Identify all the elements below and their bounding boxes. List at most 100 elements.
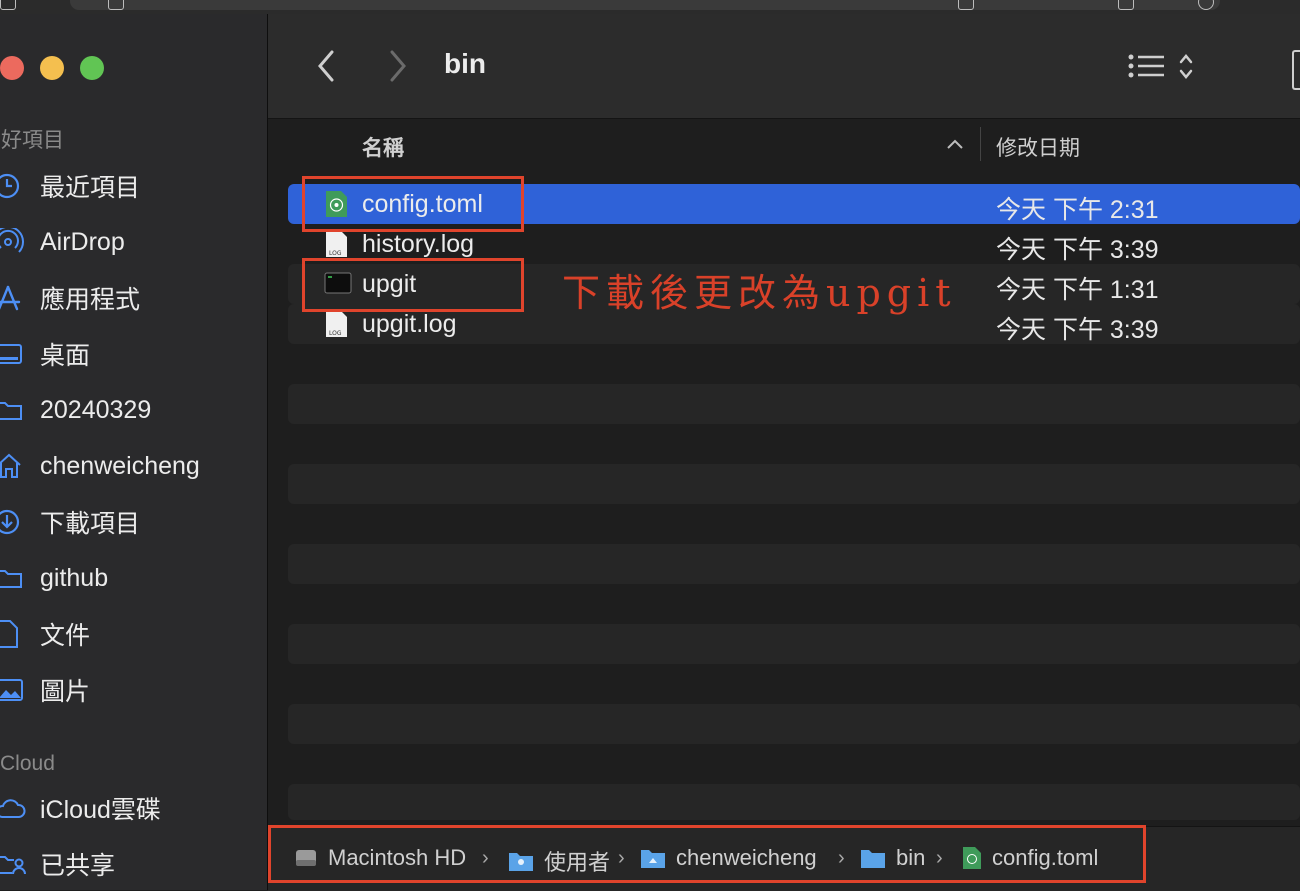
empty-row xyxy=(288,624,1300,664)
crumb-config-toml[interactable]: config.toml xyxy=(962,845,1098,871)
shared-folder-icon xyxy=(0,850,26,878)
photo-icon xyxy=(0,676,26,704)
sidebar-item-label: 20240329 xyxy=(40,395,152,424)
airdrop-icon xyxy=(0,228,26,256)
sidebar-item-folder-20240329[interactable]: 20240329 xyxy=(0,390,260,430)
column-name-header[interactable]: 名稱 xyxy=(362,132,404,162)
list-view-icon xyxy=(1128,54,1193,79)
sidebar-item-pictures[interactable]: 圖片 xyxy=(0,670,260,710)
sidebar-toggle-icon[interactable] xyxy=(0,0,16,10)
sidebar-item-applications[interactable]: 應用程式 xyxy=(0,278,260,318)
zoom-window-button[interactable] xyxy=(80,56,104,80)
window-title: bin xyxy=(444,48,486,79)
sidebar-item-shared[interactable]: 已共享 xyxy=(0,844,260,884)
sidebar-item-label: 圖片 xyxy=(40,678,91,706)
annotation-box-upgit xyxy=(302,258,524,312)
sidebar-item-recents[interactable]: 最近項目 xyxy=(0,166,260,206)
chevron-right-icon xyxy=(390,50,406,82)
column-separator[interactable] xyxy=(980,127,981,161)
log-file-icon: LOG xyxy=(324,310,350,338)
back-button[interactable] xyxy=(312,48,342,84)
folder-icon xyxy=(0,564,26,592)
view-options-button[interactable] xyxy=(1128,52,1208,89)
chevron-right-icon: › xyxy=(838,847,845,869)
sidebar-item-documents[interactable]: 文件 xyxy=(0,614,260,654)
file-date: 今天 下午 3:39 xyxy=(996,316,1159,344)
svg-text:LOG: LOG xyxy=(329,330,342,337)
home-folder-icon xyxy=(641,850,665,868)
crumb-users[interactable]: 使用者 xyxy=(508,845,610,877)
share-icon[interactable] xyxy=(958,0,974,10)
sidebar-item-label: 應用程式 xyxy=(40,286,141,314)
crumb-label: chenweicheng xyxy=(676,845,817,870)
crumb-label: config.toml xyxy=(992,845,1099,870)
download-icon xyxy=(0,508,26,536)
minimize-window-button[interactable] xyxy=(40,56,64,80)
log-file-icon: LOG xyxy=(324,230,350,258)
chevron-right-icon: › xyxy=(482,847,489,869)
crumb-bin[interactable]: bin xyxy=(860,845,925,871)
empty-row xyxy=(288,704,1300,744)
path-bar: Macintosh HD › 使用者 › chenweicheng › bin … xyxy=(268,825,1300,891)
file-name: history.log xyxy=(362,230,475,258)
sidebar-item-label: 最近項目 xyxy=(40,174,141,202)
hard-drive-icon xyxy=(296,850,316,866)
desktop-icon xyxy=(0,340,26,368)
sidebar-item-label: 下載項目 xyxy=(40,510,141,538)
file-date: 今天 下午 2:31 xyxy=(996,196,1159,224)
home-icon xyxy=(0,452,26,480)
chevron-right-icon: › xyxy=(936,847,943,869)
empty-row xyxy=(288,544,1300,584)
cloud-icon xyxy=(0,794,26,822)
folder-icon xyxy=(509,853,533,871)
sidebar: 喜好項目 最近項目 AirDrop 應用程式 桌面 20240329 xyxy=(0,14,268,890)
sidebar-item-github[interactable]: github xyxy=(0,558,260,598)
sidebar-item-label: AirDrop xyxy=(40,227,125,256)
sidebar-item-home[interactable]: chenweicheng xyxy=(0,446,260,486)
cloud-section-title: Cloud xyxy=(0,752,55,775)
folder-icon xyxy=(861,850,885,868)
folder-icon xyxy=(0,396,26,424)
sidebar-item-downloads[interactable]: 下載項目 xyxy=(0,502,260,542)
sidebar-item-label: chenweicheng xyxy=(40,451,200,480)
sidebar-item-desktop[interactable]: 桌面 xyxy=(0,334,260,374)
clock-icon xyxy=(0,172,26,200)
sidebar-item-label: 桌面 xyxy=(40,342,91,370)
main-content: bin 名稱 修改日期 config.toml 今天 下午 2:31 LOG h… xyxy=(268,14,1300,890)
sidebar-item-label: 已共享 xyxy=(40,852,116,880)
tabs-overview-icon[interactable] xyxy=(1118,0,1134,10)
file-name: upgit.log xyxy=(362,310,457,338)
crumb-label: 使用者 xyxy=(544,850,611,875)
applications-icon xyxy=(0,284,26,312)
chevron-right-icon: › xyxy=(618,847,625,869)
favorites-section-title: 喜好項目 xyxy=(0,129,64,152)
close-window-button[interactable] xyxy=(0,56,24,80)
toolbar: bin xyxy=(268,14,1300,119)
file-date: 今天 下午 1:31 xyxy=(996,276,1159,304)
crumb-home[interactable]: chenweicheng xyxy=(640,845,817,871)
crumb-label: bin xyxy=(896,845,926,870)
sidebar-item-label: 文件 xyxy=(40,622,91,650)
crumb-macintosh-hd[interactable]: Macintosh HD xyxy=(294,845,466,871)
sidebar-item-airdrop[interactable]: AirDrop xyxy=(0,222,260,262)
sidebar-item-icloud-drive[interactable]: iCloud雲碟 xyxy=(0,788,260,828)
empty-row xyxy=(288,784,1300,820)
toml-file-icon xyxy=(963,847,981,869)
annotation-box-config xyxy=(302,176,524,232)
document-icon xyxy=(0,620,26,648)
sort-ascending-icon[interactable] xyxy=(946,137,964,155)
address-bar[interactable] xyxy=(70,0,1220,10)
column-header: 名稱 修改日期 xyxy=(268,119,1300,169)
empty-row xyxy=(288,464,1300,504)
forward-button[interactable] xyxy=(382,48,412,84)
sidebar-overflow-icon[interactable] xyxy=(1292,50,1300,90)
file-date: 今天 下午 3:39 xyxy=(996,236,1159,264)
tab-icon[interactable] xyxy=(108,0,124,10)
crumb-label: Macintosh HD xyxy=(328,845,467,870)
column-date-header[interactable]: 修改日期 xyxy=(996,132,1080,162)
empty-row xyxy=(288,384,1300,424)
sidebar-item-label: iCloud雲碟 xyxy=(40,796,161,824)
svg-text:LOG: LOG xyxy=(329,250,342,257)
annotation-text: 下載後更改為upgit xyxy=(562,271,957,315)
browser-top-strip xyxy=(0,0,1300,14)
